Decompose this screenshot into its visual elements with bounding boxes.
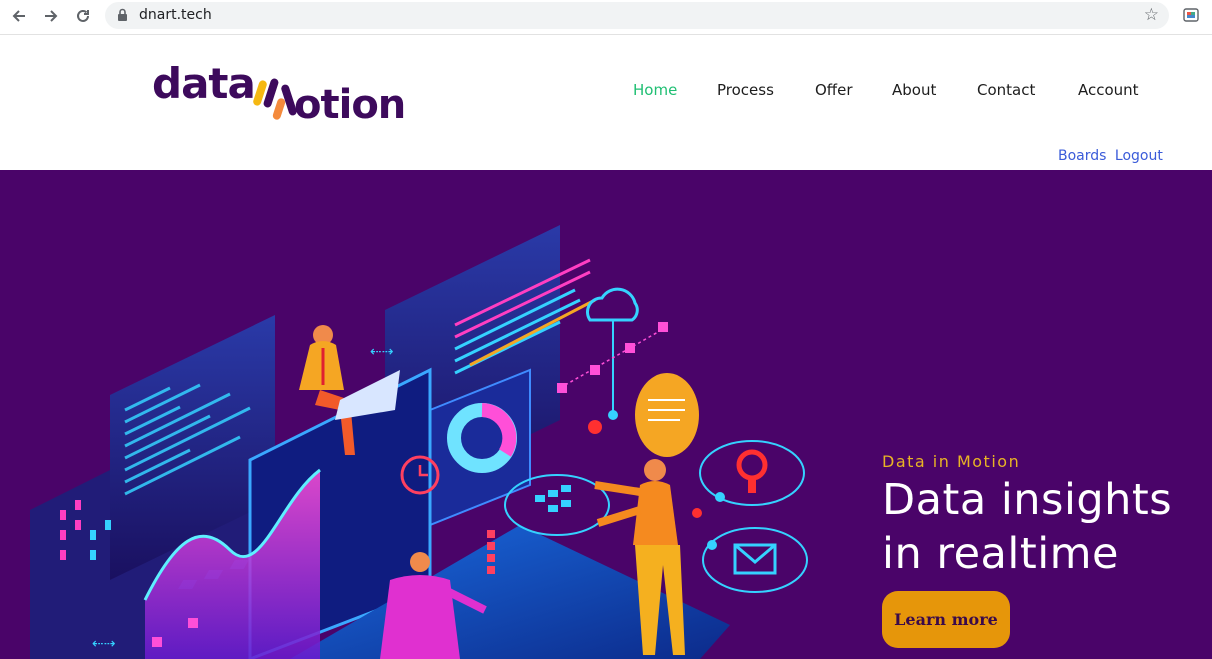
hero-eyebrow: Data in Motion [882,452,1021,471]
reload-button[interactable] [70,4,96,28]
extension-icon[interactable] [1183,7,1199,23]
browser-toolbar: dnart.tech ☆ [0,0,1212,35]
nav-home[interactable]: Home [633,81,677,99]
reload-icon [77,9,89,22]
nav-offer[interactable]: Offer [815,81,853,99]
star-icon[interactable]: ☆ [1144,5,1159,25]
svg-text:⇠⇢: ⇠⇢ [92,636,116,652]
logout-link[interactable]: Logout [1115,148,1163,164]
hero-illustration: ⇠⇢ ⇠⇢ [30,225,808,659]
hero-headline-line2: in realtime [882,529,1120,579]
hero-headline: Data insights in realtime [882,473,1202,581]
arrow-left-icon [12,10,25,22]
url-text: dnart.tech [139,7,212,23]
lock-icon [118,8,127,21]
nav-contact[interactable]: Contact [977,81,1035,99]
nav-process[interactable]: Process [717,81,774,99]
learn-more-button[interactable]: Learn more [882,591,1010,648]
arrow-right-icon [45,10,58,22]
nav-about[interactable]: About [892,81,936,99]
forward-button[interactable] [38,4,64,28]
boards-link[interactable]: Boards [1058,148,1106,164]
nav-account[interactable]: Account [1078,81,1139,99]
svg-text:⇠⇢: ⇠⇢ [370,344,394,360]
svg-text:otion: otion [294,82,405,128]
address-bar[interactable]: dnart.tech ☆ [105,2,1169,29]
svg-text:data: data [152,59,255,108]
hero-section: ⇠⇢ ⇠⇢ Data in Motion Data insights in re… [0,170,1212,659]
hero-headline-line1: Data insights [882,475,1173,525]
site-logo[interactable]: data otion [152,58,407,128]
back-button[interactable] [6,4,32,28]
user-links: Boards Logout [1058,148,1163,164]
